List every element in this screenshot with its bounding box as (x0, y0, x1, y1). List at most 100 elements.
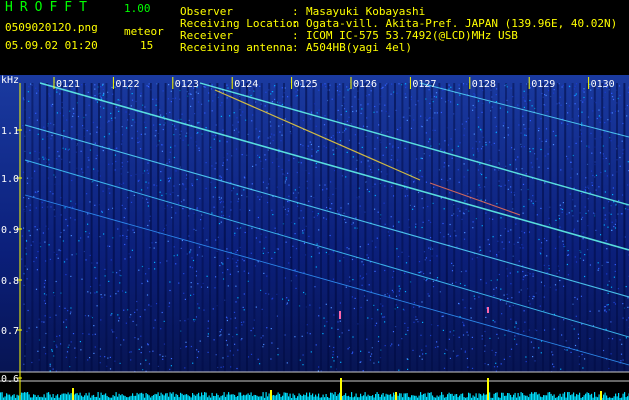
noise-dot (43, 286, 45, 288)
noise-dot (178, 202, 180, 204)
noise-dot (214, 186, 216, 189)
stripe (275, 83, 278, 372)
baseline-bar (588, 393, 590, 400)
noise-dot (191, 183, 193, 185)
noise-dot (443, 208, 445, 210)
noise-dot (140, 92, 142, 94)
noise-dot (183, 184, 185, 186)
noise-dot (391, 185, 393, 187)
noise-dot (257, 358, 259, 360)
noise-dot (174, 97, 177, 99)
noise-dot (332, 278, 335, 280)
noise-dot (553, 92, 555, 94)
baseline-bar (367, 394, 369, 400)
noise-dot (85, 231, 87, 233)
noise-dot (331, 98, 333, 100)
noise-dot (80, 237, 82, 239)
baseline-bar (502, 392, 504, 400)
noise-dot (310, 111, 313, 113)
noise-dot (374, 208, 376, 210)
noise-dot (384, 104, 386, 106)
noise-dot (85, 259, 87, 261)
noise-dot (259, 363, 261, 365)
noise-dot (374, 105, 376, 108)
stripe (120, 83, 123, 372)
noise-dot (566, 213, 568, 215)
noise-dot (161, 144, 164, 146)
baseline-bar (24, 392, 26, 400)
noise-dot (153, 327, 155, 329)
baseline-bar (241, 395, 243, 400)
noise-dot (233, 311, 236, 313)
baseline-bar (61, 393, 63, 400)
noise-dot (523, 90, 525, 92)
noise-dot (370, 169, 372, 171)
noise-dot (566, 263, 568, 266)
stripe (401, 83, 404, 372)
noise-dot (162, 229, 165, 231)
noise-dot (43, 346, 45, 348)
noise-dot (71, 126, 73, 128)
noise-dot (340, 114, 342, 116)
baseline-bar (432, 395, 434, 400)
y-tick-label: 0.7 (1, 326, 19, 337)
baseline-bar (192, 393, 194, 400)
noise-dot (206, 275, 208, 277)
noise-dot (464, 307, 466, 309)
baseline-bar (363, 395, 365, 400)
noise-dot (552, 144, 555, 146)
noise-dot (126, 127, 128, 129)
noise-dot (436, 341, 438, 343)
noise-dot (420, 115, 422, 117)
noise-dot (464, 128, 466, 130)
noise-dot (55, 280, 57, 283)
noise-dot (122, 182, 125, 184)
noise-dot (561, 208, 563, 211)
noise-dot (145, 359, 147, 361)
baseline-bar (508, 393, 510, 400)
time-label: 0130 (591, 79, 615, 90)
noise-dot (102, 83, 104, 85)
noise-dot (65, 319, 67, 321)
baseline-bar (549, 392, 551, 400)
baseline-bar (436, 395, 438, 400)
noise-dot (167, 240, 169, 242)
baseline-bar (175, 393, 177, 400)
noise-dot (324, 184, 326, 186)
baseline-bar (138, 394, 140, 400)
noise-dot (457, 208, 459, 210)
noise-dot (77, 115, 79, 118)
stripe (608, 83, 611, 372)
baseline-bar (544, 395, 546, 400)
noise-dot (126, 237, 128, 240)
noise-dot (626, 115, 628, 117)
noise-dot (496, 88, 498, 90)
noise-dot (517, 271, 519, 273)
noise-dot (459, 142, 461, 144)
noise-dot (573, 228, 575, 230)
baseline-bar (130, 395, 132, 400)
noise-dot (515, 168, 517, 170)
baseline-bar (153, 395, 155, 400)
noise-dot (167, 98, 169, 100)
baseline-bar (34, 394, 36, 400)
noise-dot (472, 104, 474, 107)
noise-dot (540, 352, 542, 354)
noise-dot (524, 274, 526, 277)
noise-dot (388, 295, 391, 297)
noise-dot (429, 117, 431, 119)
noise-dot (619, 339, 621, 341)
noise-dot (192, 98, 194, 100)
noise-dot (35, 87, 37, 89)
baseline-bar (453, 395, 455, 400)
noise-dot (295, 275, 297, 277)
noise-dot (220, 366, 222, 368)
noise-dot (489, 141, 491, 143)
noise-dot (215, 276, 217, 278)
noise-dot (325, 86, 327, 88)
noise-dot (472, 154, 475, 156)
y-tick-label: 0.9 (1, 225, 19, 236)
noise-dot (338, 131, 341, 133)
baseline-bar (279, 393, 281, 400)
noise-dot (87, 236, 89, 238)
